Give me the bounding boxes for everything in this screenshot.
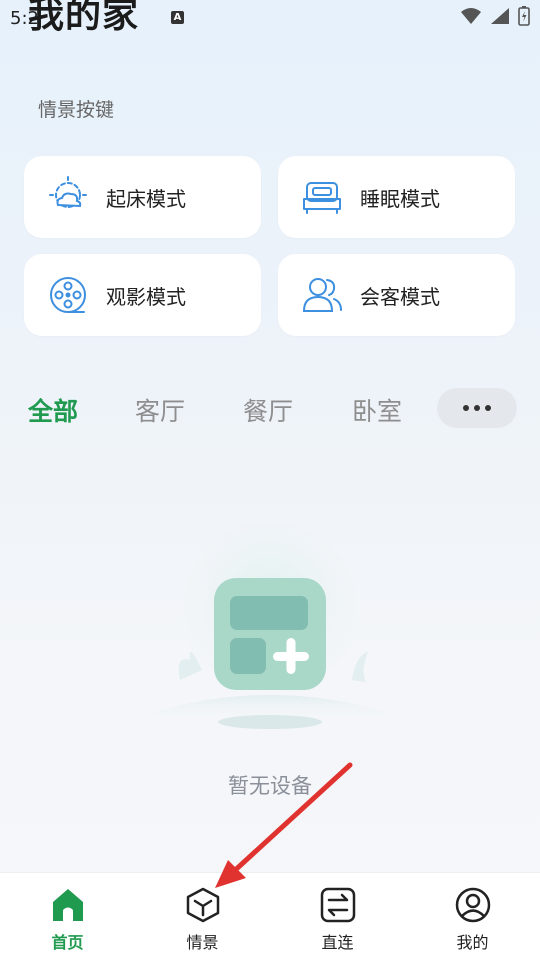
nav-direct-connect[interactable]: 直连 xyxy=(270,873,405,961)
scene-label: 会客模式 xyxy=(360,284,440,309)
status-icons xyxy=(460,6,530,26)
nav-label: 首页 xyxy=(51,933,84,952)
swap-arrows-icon xyxy=(318,885,358,925)
nav-label: 直连 xyxy=(321,933,354,952)
scene-card-guest[interactable]: 会客模式 xyxy=(278,254,515,336)
bed-icon xyxy=(300,175,344,219)
nav-mine[interactable]: 我的 xyxy=(405,873,540,961)
film-reel-icon xyxy=(46,273,90,317)
tab-dining-room[interactable]: 餐厅 xyxy=(243,392,293,428)
annotation-arrow xyxy=(215,762,353,888)
signal-icon xyxy=(491,8,509,24)
scene-card-sleep[interactable]: 睡眠模式 xyxy=(278,156,515,238)
tab-living-room[interactable]: 客厅 xyxy=(135,392,185,428)
wifi-icon xyxy=(461,8,481,24)
page-title: 我的家 xyxy=(28,0,140,36)
tab-bedroom[interactable]: 卧室 xyxy=(352,392,402,428)
more-tabs-button[interactable] xyxy=(437,388,517,428)
status-badge: A xyxy=(171,11,184,24)
scene-label: 起床模式 xyxy=(106,186,186,211)
sun-cloud-icon xyxy=(46,175,90,219)
empty-devices-illustration xyxy=(130,522,410,729)
tab-all[interactable]: 全部 xyxy=(28,392,78,428)
nav-label: 我的 xyxy=(456,933,489,952)
user-icon xyxy=(453,885,493,925)
nav-home[interactable]: 首页 xyxy=(0,873,135,961)
nav-label: 情景 xyxy=(186,933,219,952)
battery-icon xyxy=(518,6,530,26)
home-icon xyxy=(48,885,88,925)
people-icon xyxy=(300,273,344,317)
scene-label: 观影模式 xyxy=(106,284,186,309)
empty-state-text: 暂无设备 xyxy=(228,774,312,798)
scene-card-movie[interactable]: 观影模式 xyxy=(24,254,261,336)
nav-scenes[interactable]: 情景 xyxy=(135,873,270,961)
scene-section-title: 情景按键 xyxy=(38,99,115,121)
more-dots-icon xyxy=(463,405,491,411)
bottom-nav: 首页 情景 直连 我的 xyxy=(0,872,540,961)
cube-icon xyxy=(183,885,223,925)
scene-card-wakeup[interactable]: 起床模式 xyxy=(24,156,261,238)
scene-label: 睡眠模式 xyxy=(360,186,440,211)
